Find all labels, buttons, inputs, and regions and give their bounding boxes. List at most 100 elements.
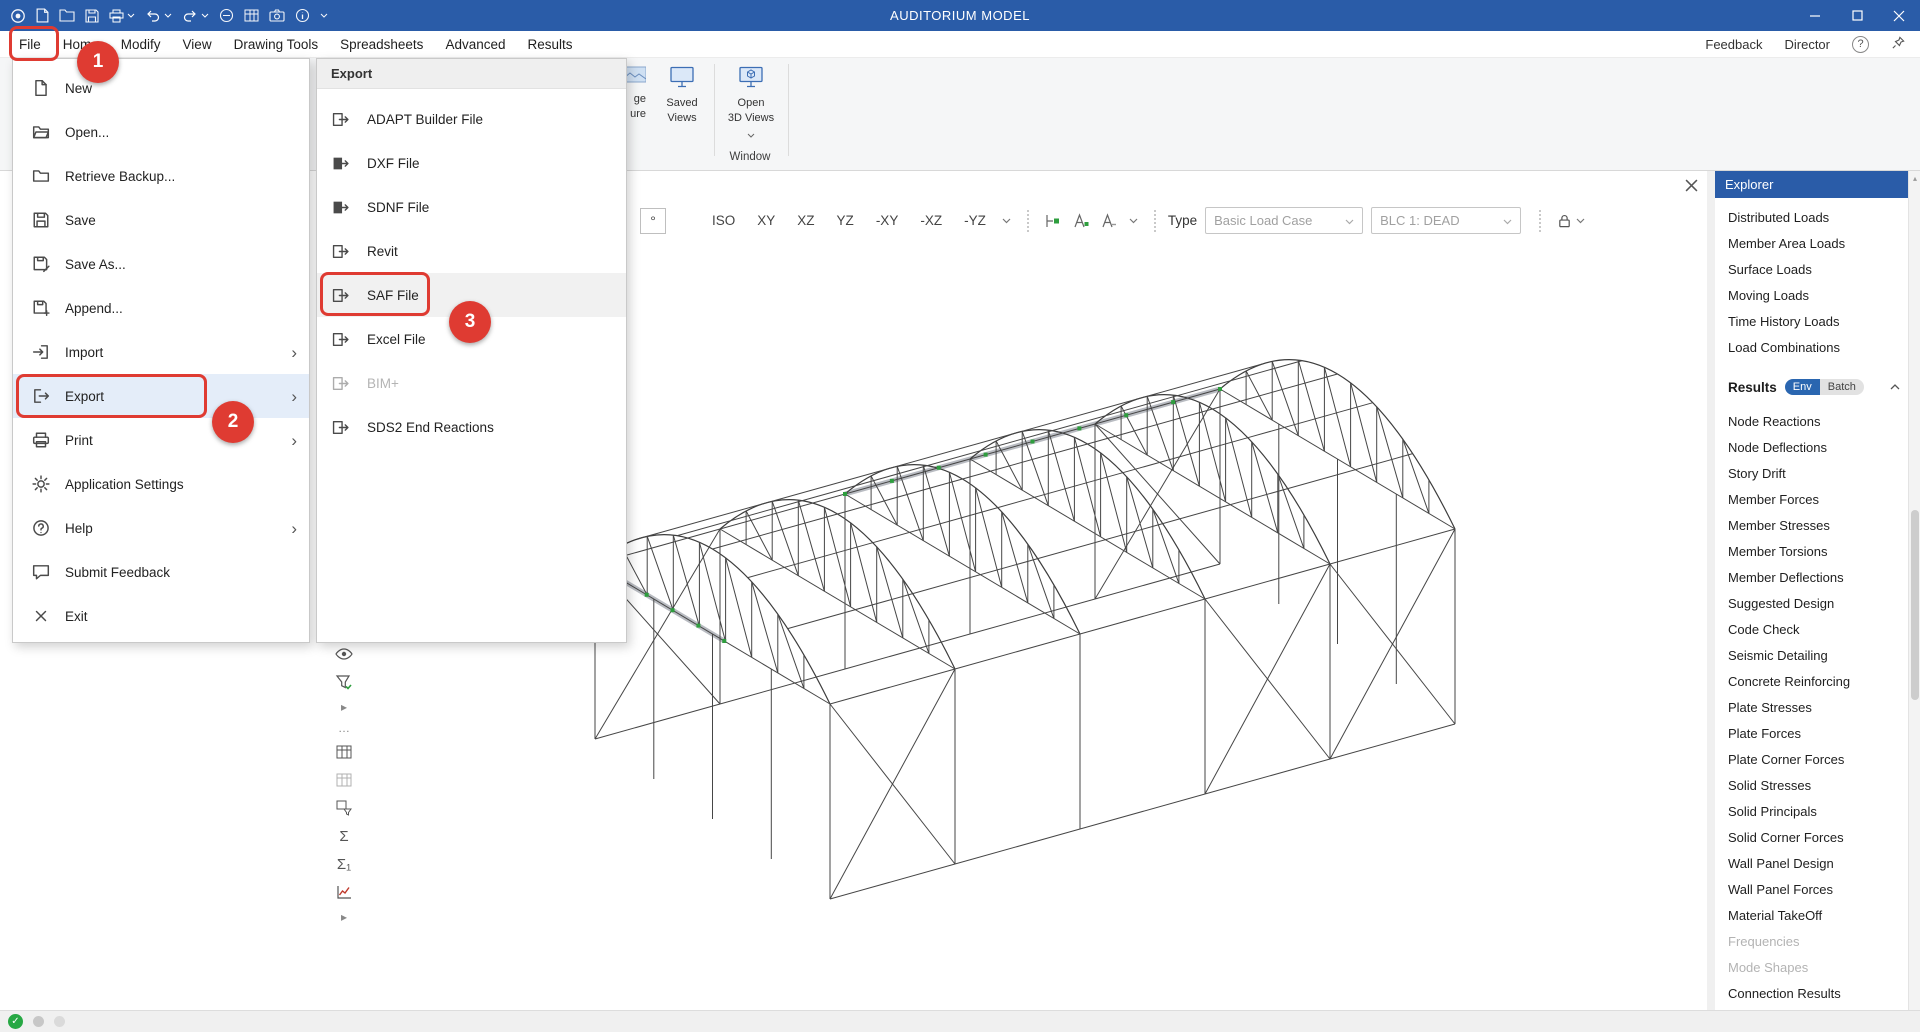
export-item-sds2-end-reactions[interactable]: SDS2 End Reactions xyxy=(317,405,626,449)
expand-right-icon[interactable]: ▸ xyxy=(327,696,361,717)
file-menu-item-exit[interactable]: Exit xyxy=(13,594,309,638)
file-menu-item-new[interactable]: New xyxy=(13,66,309,110)
explorer-item-plate-forces[interactable]: Plate Forces xyxy=(1715,720,1908,746)
explorer-item-plate-corner-forces[interactable]: Plate Corner Forces xyxy=(1715,746,1908,772)
explorer-item-solid-corner-forces[interactable]: Solid Corner Forces xyxy=(1715,824,1908,850)
export-item-adapt-builder-file[interactable]: ADAPT Builder File xyxy=(317,97,626,141)
saved-views-button[interactable]: Saved Views xyxy=(653,63,711,125)
spreadsheet-icon[interactable] xyxy=(244,9,259,22)
menu-drawing-tools[interactable]: Drawing Tools xyxy=(223,31,330,57)
save-icon[interactable] xyxy=(85,9,99,23)
explorer-item-moving-loads[interactable]: Moving Loads xyxy=(1715,282,1908,308)
explorer-item-wall-panel-forces[interactable]: Wall Panel Forces xyxy=(1715,876,1908,902)
close-view-icon[interactable] xyxy=(1681,177,1701,193)
collapse-chevron-icon[interactable] xyxy=(1890,384,1900,390)
export-item-revit[interactable]: Revit xyxy=(317,229,626,273)
explorer-item-material-takeoff[interactable]: Material TakeOff xyxy=(1715,902,1908,928)
view-xy[interactable]: -XY xyxy=(866,209,909,232)
export-item-sdnf-file[interactable]: SDNF File xyxy=(317,185,626,229)
maximize-icon[interactable] xyxy=(1836,0,1878,31)
view-iso[interactable]: ISO xyxy=(702,209,745,232)
explorer-item-member-torsions[interactable]: Member Torsions xyxy=(1715,538,1908,564)
visibility-eye-icon[interactable] xyxy=(327,640,361,668)
explorer-item-surface-loads[interactable]: Surface Loads xyxy=(1715,256,1908,282)
render-mode-1-icon[interactable] xyxy=(1039,208,1067,234)
redo-button-group[interactable] xyxy=(182,9,209,22)
new-file-icon[interactable] xyxy=(36,8,49,23)
open-3d-views-button[interactable]: Open 3D Views xyxy=(720,63,782,142)
file-menu-item-append[interactable]: Append... xyxy=(13,286,309,330)
explorer-item-code-check[interactable]: Code Check xyxy=(1715,616,1908,642)
pin-icon[interactable] xyxy=(1891,35,1906,53)
menu-advanced[interactable]: Advanced xyxy=(434,31,516,57)
export-item-bim[interactable]: BIM+ xyxy=(317,361,626,405)
spreadsheet-grid-alt-icon[interactable] xyxy=(327,766,361,794)
explorer-item-member-deflections[interactable]: Member Deflections xyxy=(1715,564,1908,590)
expand-right-icon[interactable]: ▸ xyxy=(327,906,361,927)
file-menu-item-print[interactable]: Print› xyxy=(13,418,309,462)
view-xz[interactable]: -XZ xyxy=(910,209,952,232)
app-logo-icon[interactable] xyxy=(10,8,26,24)
explorer-item-distributed-loads[interactable]: Distributed Loads xyxy=(1715,204,1908,230)
explorer-item-load-combinations[interactable]: Load Combinations xyxy=(1715,334,1908,360)
file-menu-item-save-as[interactable]: Save As... xyxy=(13,242,309,286)
menu-spreadsheets[interactable]: Spreadsheets xyxy=(329,31,434,57)
menu-view[interactable]: View xyxy=(172,31,223,57)
explorer-item-concrete-reinforcing[interactable]: Concrete Reinforcing xyxy=(1715,668,1908,694)
explorer-scrollbar[interactable]: ▴ xyxy=(1908,171,1920,1010)
toolbar-caret-icon[interactable] xyxy=(320,13,328,18)
explorer-item-member-forces[interactable]: Member Forces xyxy=(1715,486,1908,512)
scrollbar-thumb[interactable] xyxy=(1911,510,1919,700)
file-menu-item-help[interactable]: Help› xyxy=(13,506,309,550)
views-caret-icon[interactable] xyxy=(1002,218,1011,224)
explorer-item-node-deflections[interactable]: Node Deflections xyxy=(1715,434,1908,460)
open-file-icon[interactable] xyxy=(59,9,75,22)
file-menu-item-application-settings[interactable]: Application Settings xyxy=(13,462,309,506)
explorer-item-plate-stresses[interactable]: Plate Stresses xyxy=(1715,694,1908,720)
menu-file[interactable]: File xyxy=(8,31,52,57)
scroll-up-icon[interactable]: ▴ xyxy=(1909,174,1920,183)
render-caret-icon[interactable] xyxy=(1129,218,1138,224)
explorer-item-suggested-design[interactable]: Suggested Design xyxy=(1715,590,1908,616)
sum-sub-icon[interactable]: Σ₁ xyxy=(327,850,361,878)
view-yz[interactable]: -YZ xyxy=(954,209,996,232)
menu-modify[interactable]: Modify xyxy=(110,31,172,57)
filter-table-icon[interactable] xyxy=(327,794,361,822)
explorer-item-member-area-loads[interactable]: Member Area Loads xyxy=(1715,230,1908,256)
sum-icon[interactable]: Σ xyxy=(327,822,361,850)
explorer-item-seismic-detailing[interactable]: Seismic Detailing xyxy=(1715,642,1908,668)
render-mode-2-icon[interactable] xyxy=(1067,208,1095,234)
blc-select[interactable]: BLC 1: DEAD xyxy=(1371,207,1521,234)
export-item-dxf-file[interactable]: DXF File xyxy=(317,141,626,185)
menu-results[interactable]: Results xyxy=(516,31,583,57)
explorer-item-connection-results[interactable]: Connection Results xyxy=(1715,980,1908,1006)
help-icon[interactable]: ? xyxy=(1852,36,1869,53)
file-menu-item-retrieve-backup[interactable]: Retrieve Backup... xyxy=(13,154,309,198)
file-menu-item-open[interactable]: Open... xyxy=(13,110,309,154)
feedback-button[interactable]: Feedback xyxy=(1705,37,1762,52)
print-button-group[interactable] xyxy=(109,9,135,23)
more-dots-icon[interactable]: … xyxy=(327,717,361,738)
info-icon[interactable] xyxy=(295,8,310,23)
explorer-item-wall-panel-design[interactable]: Wall Panel Design xyxy=(1715,850,1908,876)
render-mode-3-icon[interactable] xyxy=(1095,208,1123,234)
explorer-item-solid-stresses[interactable]: Solid Stresses xyxy=(1715,772,1908,798)
explorer-item-member-stresses[interactable]: Member Stresses xyxy=(1715,512,1908,538)
view-xz[interactable]: XZ xyxy=(787,209,824,232)
file-menu-item-submit-feedback[interactable]: Submit Feedback xyxy=(13,550,309,594)
undo-button-group[interactable] xyxy=(145,9,172,22)
camera-icon[interactable] xyxy=(269,9,285,22)
explorer-item-solid-principals[interactable]: Solid Principals xyxy=(1715,798,1908,824)
load-case-type-select[interactable]: Basic Load Case xyxy=(1205,207,1363,234)
view-xy[interactable]: XY xyxy=(747,209,785,232)
filter-check-icon[interactable] xyxy=(327,668,361,696)
explorer-item-time-history-loads[interactable]: Time History Loads xyxy=(1715,308,1908,334)
result-chart-icon[interactable] xyxy=(327,878,361,906)
director-button[interactable]: Director xyxy=(1784,37,1830,52)
batch-toggle[interactable]: Batch xyxy=(1820,379,1864,395)
close-icon[interactable] xyxy=(1878,0,1920,31)
file-menu-item-import[interactable]: Import› xyxy=(13,330,309,374)
spreadsheet-grid-icon[interactable] xyxy=(327,738,361,766)
explorer-item-node-reactions[interactable]: Node Reactions xyxy=(1715,408,1908,434)
file-menu-item-export[interactable]: Export› xyxy=(13,374,309,418)
